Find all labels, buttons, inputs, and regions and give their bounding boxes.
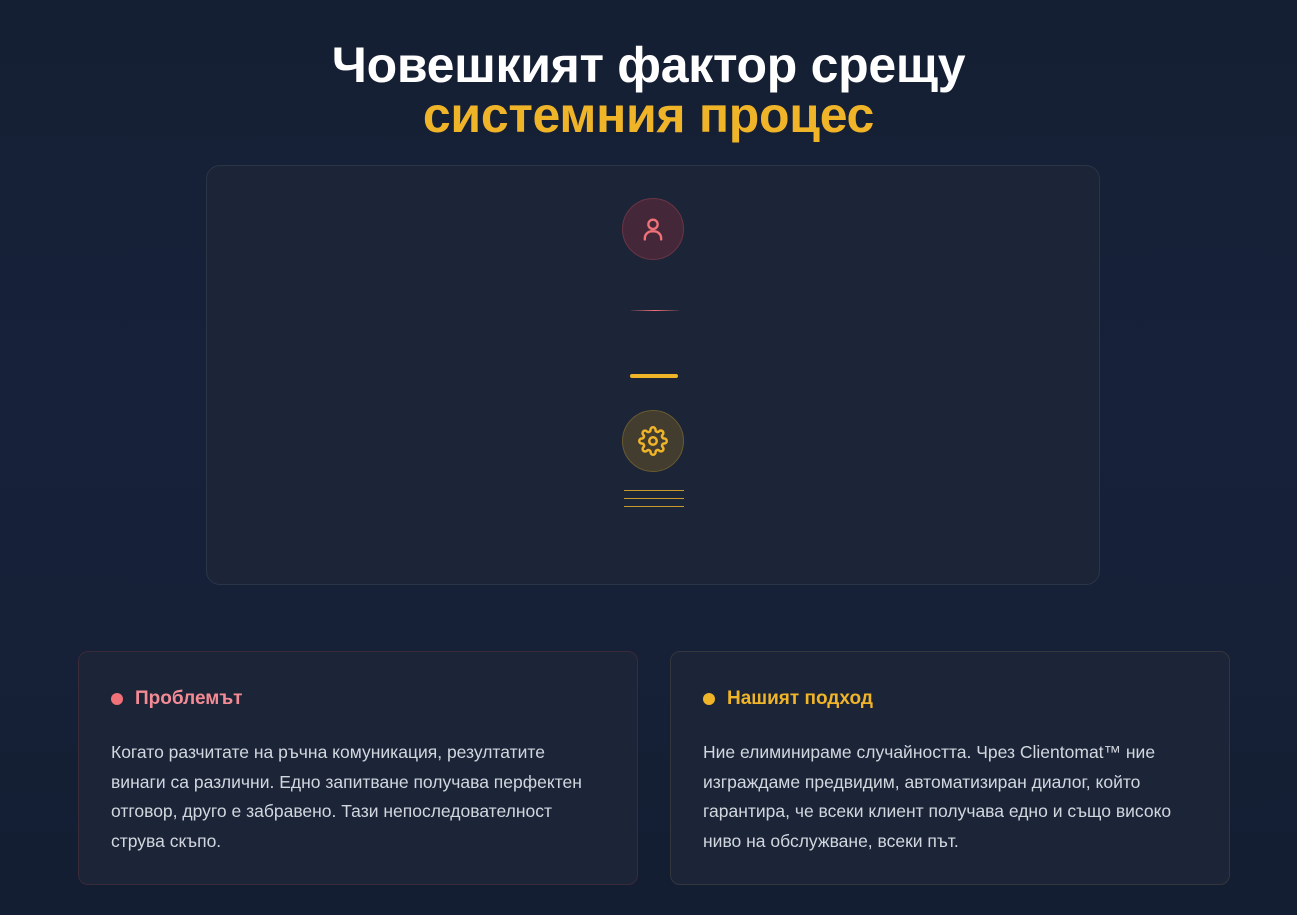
approach-dot-icon xyxy=(703,693,715,705)
problem-card-body: Когато разчитате на ръчна комуникация, р… xyxy=(111,742,582,851)
approach-card-title: Нашият подход xyxy=(727,688,873,709)
user-icon xyxy=(643,218,663,241)
system-process-badge xyxy=(622,410,684,472)
output-line xyxy=(624,490,684,491)
system-consistency-bar xyxy=(630,374,678,378)
problem-dot-icon xyxy=(111,693,123,705)
approach-card: Нашият подход Ние елиминираме случайност… xyxy=(670,651,1230,885)
approach-card-body: Ние елиминираме случайността. Чрез Clien… xyxy=(703,742,1172,851)
problem-card-header: Проблемът xyxy=(111,686,605,712)
page-headline: Човешкият фактор срещу системния процес xyxy=(0,34,1297,140)
headline-line-1: Човешкият фактор срещу xyxy=(331,36,966,93)
problem-card: Проблемът Когато разчитате на ръчна кому… xyxy=(78,651,638,885)
gear-icon xyxy=(638,426,668,456)
problem-card-title: Проблемът xyxy=(135,688,243,709)
output-line xyxy=(624,506,684,507)
approach-card-header: Нашият подход xyxy=(703,686,1197,712)
human-factor-badge xyxy=(622,198,684,260)
headline-line-2-highlight: системния процес xyxy=(422,86,875,143)
system-output-lines xyxy=(624,490,684,514)
human-variability-line xyxy=(631,310,679,311)
output-line xyxy=(624,498,684,499)
human-vs-system-diagram xyxy=(206,165,1100,585)
